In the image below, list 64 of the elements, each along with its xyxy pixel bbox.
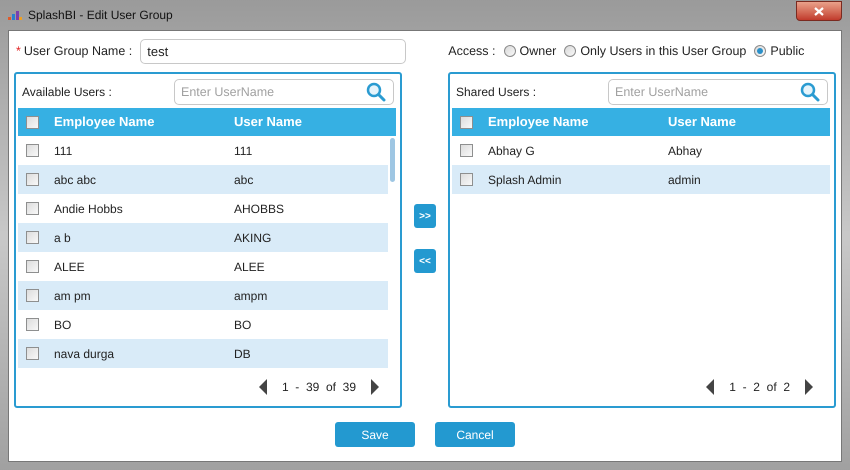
checkbox[interactable] [26, 173, 39, 186]
checkbox[interactable] [26, 347, 39, 360]
radio-button[interactable] [754, 45, 766, 57]
next-page-icon[interactable] [804, 379, 814, 395]
search-icon[interactable] [800, 82, 820, 102]
user-name-cell-text: abc [234, 172, 254, 188]
user-name-cell-text: ampm [234, 288, 268, 304]
close-icon [814, 6, 824, 16]
panel-title: Available Users : [22, 84, 112, 101]
window-title: SplashBI - Edit User Group [28, 7, 173, 24]
search-field[interactable]: Enter UserName [608, 79, 828, 105]
employee-name-cell-text: a b [54, 230, 72, 246]
field-label: User Group Name : [24, 42, 132, 60]
radio-button[interactable] [504, 45, 516, 57]
employee-name-cell-text: Splash Admin [488, 172, 562, 188]
page-range: 1 - 39 of 39 [282, 379, 356, 396]
employee-name-cell-text: ALEE [54, 258, 86, 276]
user-group-name-field[interactable]: test [140, 38, 406, 64]
radio-label: Owner [520, 42, 556, 60]
table-row[interactable]: a b AKING [18, 223, 388, 252]
scrollbar-thumb[interactable] [390, 138, 395, 182]
next-page-icon[interactable] [370, 379, 380, 395]
employee-name-cell-text: 111 [54, 142, 74, 160]
employee-name-cell-text: BO [54, 316, 72, 334]
radio-button[interactable] [564, 45, 576, 57]
table-row[interactable]: abc abc abc [18, 165, 388, 194]
radio-label: Only Users in this User Group [580, 42, 746, 60]
search-icon[interactable] [366, 82, 386, 102]
checkbox[interactable] [460, 144, 473, 157]
user-name-cell-text: 111 [234, 142, 252, 160]
user-name-cell-text: Abhay [668, 142, 702, 160]
checkbox[interactable] [26, 260, 39, 273]
checkbox[interactable] [26, 202, 39, 215]
employee-name-cell-text: Andie Hobbs [54, 200, 124, 218]
employee-name-cell-text: am pm [54, 288, 92, 304]
employee-name-cell-text: abc abc [54, 172, 98, 188]
employee-name-cell-text: Abhay G [488, 142, 536, 160]
checkbox[interactable] [26, 318, 39, 331]
user-name-cell-text: AKING [234, 230, 272, 246]
required-mark: * [16, 42, 21, 60]
radio-label: Public [770, 42, 804, 60]
employee-name-cell-text: nava durga [54, 346, 116, 362]
app-logo-icon [8, 9, 22, 21]
user-name-cell-text: AHOBBS [234, 200, 284, 218]
close-button[interactable] [796, 1, 842, 21]
user-name-cell-text: ALEE [234, 258, 265, 276]
user-name-cell-text: DB [234, 346, 251, 362]
checkbox[interactable] [460, 173, 473, 186]
checkbox[interactable] [460, 116, 473, 128]
checkbox[interactable] [26, 116, 39, 128]
checkbox[interactable] [26, 231, 39, 244]
user-name-cell-text: BO [234, 316, 252, 334]
panel-title: Shared Users : [456, 84, 536, 101]
table-row[interactable]: am pm ampm [18, 281, 388, 310]
table-row[interactable]: Splash Admin admin [452, 165, 830, 194]
previous-page-icon[interactable] [705, 379, 716, 395]
checkbox[interactable] [26, 144, 39, 157]
user-name-cell-text: admin [668, 172, 701, 188]
access-label: Access : [448, 42, 496, 60]
search-field[interactable]: Enter UserName [174, 79, 394, 105]
page-range: 1 - 2 of 2 [729, 379, 790, 396]
previous-page-icon[interactable] [258, 379, 268, 395]
checkbox[interactable] [26, 289, 39, 302]
table-row[interactable]: nava durga DB [18, 339, 388, 368]
